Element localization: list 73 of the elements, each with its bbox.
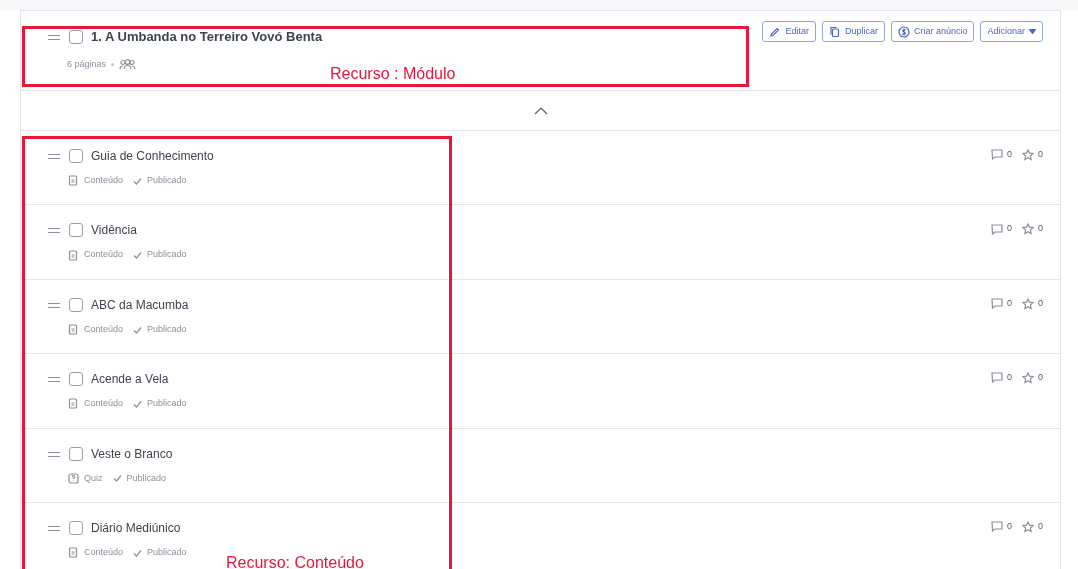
page-count: 6 páginas [67, 57, 107, 71]
comment-count: 0 [1006, 222, 1012, 236]
star-icon [1022, 520, 1034, 533]
people-icon [119, 58, 137, 70]
item-status: Publicado [126, 471, 167, 485]
checkbox[interactable] [69, 297, 83, 312]
star-icon [1022, 223, 1034, 236]
checkbox[interactable] [69, 149, 83, 163]
copy-icon [828, 25, 841, 38]
caret-icon [1029, 29, 1036, 34]
item-status: Publicado [147, 322, 187, 336]
drag-handle-icon[interactable] [47, 225, 61, 236]
document-icon [68, 175, 79, 187]
star-count: 0 [1038, 371, 1043, 385]
check-icon [133, 325, 143, 334]
star-count: 0 [1038, 222, 1043, 236]
comment-icon [990, 223, 1003, 235]
item-title: Guia de Conhecimento [91, 148, 214, 165]
star-count: 0 [1038, 519, 1043, 533]
star-icon [1022, 371, 1034, 384]
item-type: Conteúdo [84, 174, 124, 187]
item-type: Conteúdo [84, 248, 124, 262]
dollar-icon [897, 25, 910, 38]
item-title: Vidência [91, 222, 137, 240]
question-icon [68, 472, 79, 484]
action-button[interactable]: Criar anúncio [890, 21, 975, 42]
check-icon [112, 474, 122, 483]
comment-icon [990, 149, 1003, 161]
document-icon [68, 324, 79, 336]
document-icon [68, 547, 79, 559]
annotation-label: Recurso: Conteúdo [226, 553, 364, 569]
check-icon [133, 251, 143, 260]
comment-count: 0 [1006, 148, 1012, 161]
checkbox[interactable] [69, 29, 83, 44]
action-button[interactable]: Editar [762, 21, 816, 42]
star-count: 0 [1038, 148, 1043, 161]
checkbox[interactable] [69, 372, 83, 387]
document-icon [68, 249, 79, 261]
check-icon [133, 399, 143, 408]
document-icon [68, 398, 79, 410]
comment-count: 0 [1006, 519, 1012, 533]
star-icon [1022, 148, 1034, 161]
comment-icon [990, 521, 1003, 533]
item-status: Publicado [147, 174, 187, 187]
comment-count: 0 [1006, 371, 1012, 385]
action-button[interactable]: Adicionar [980, 21, 1043, 42]
chevron-icon[interactable] [533, 106, 548, 115]
checkbox[interactable] [69, 520, 83, 535]
item-title: Veste o Branco [91, 445, 173, 463]
item-type: Conteúdo [84, 397, 124, 411]
module-title: 1. A Umbanda no Terreiro Vovó Benta [91, 28, 323, 46]
item-title: ABC da Macumba [91, 296, 189, 314]
pencil-icon [769, 25, 782, 38]
comment-count: 0 [1006, 296, 1012, 310]
item-title: Acende a Vela [91, 371, 169, 389]
item-status: Publicado [147, 248, 187, 262]
comment-icon [990, 372, 1003, 384]
check-icon [133, 548, 143, 557]
checkbox[interactable] [69, 223, 83, 238]
star-count: 0 [1038, 296, 1043, 310]
check-icon [133, 176, 143, 185]
item-type: Conteúdo [84, 545, 124, 559]
item-status: Publicado [147, 545, 187, 559]
comment-icon [990, 298, 1003, 310]
drag-handle-icon[interactable] [47, 374, 61, 385]
drag-handle-icon[interactable] [47, 151, 61, 161]
item-title: Diário Mediúnico [91, 519, 181, 537]
item-status: Publicado [147, 397, 187, 411]
action-button[interactable]: Duplicar [821, 21, 885, 42]
item-type: Quiz [84, 471, 103, 485]
checkbox[interactable] [69, 446, 83, 461]
item-type: Conteúdo [84, 322, 124, 336]
star-icon [1022, 297, 1034, 310]
